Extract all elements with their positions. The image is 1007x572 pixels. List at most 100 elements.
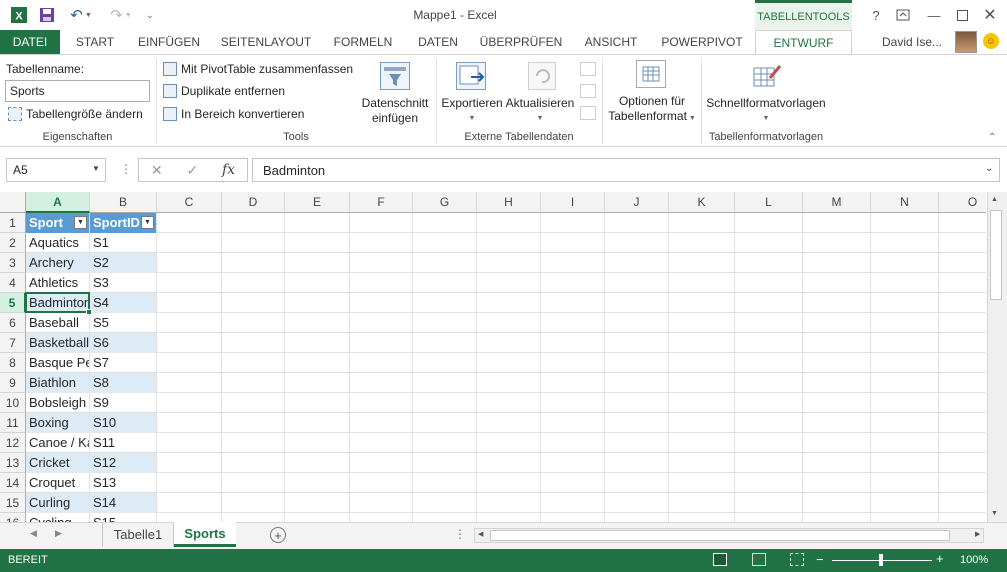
column-header[interactable]: N — [871, 192, 939, 213]
table-cell[interactable]: S12 — [90, 453, 156, 473]
vertical-scroll-thumb[interactable] — [990, 210, 1002, 300]
sheet-tab-sports[interactable]: Sports — [174, 522, 236, 547]
row-header[interactable]: 6 — [0, 313, 26, 333]
open-in-browser-icon[interactable] — [580, 84, 596, 98]
insert-function-button[interactable]: fx — [222, 162, 235, 178]
confirm-entry-icon[interactable]: ✓ — [186, 162, 198, 179]
table-cell[interactable]: S1 — [90, 233, 156, 253]
table-cell[interactable]: S4 — [90, 293, 156, 313]
row-header[interactable]: 1 — [0, 213, 26, 233]
insert-slicer-button[interactable]: Datenschnitt einfügen — [356, 96, 434, 126]
properties-icon[interactable] — [580, 62, 596, 76]
name-box[interactable]: A5 — [6, 158, 106, 182]
scroll-up-icon[interactable]: ▲ — [991, 196, 998, 203]
undo-icon[interactable]: ↶ ▼ — [66, 5, 96, 25]
row-header[interactable]: 16 — [0, 513, 26, 522]
column-header[interactable]: I — [541, 192, 605, 213]
feedback-smiley-icon[interactable]: ☺ — [983, 33, 999, 49]
row-header[interactable]: 9 — [0, 373, 26, 393]
table-cell[interactable]: S15 — [90, 513, 156, 522]
column-header[interactable]: G — [413, 192, 477, 213]
close-icon[interactable]: ✕ — [978, 6, 1002, 24]
worksheet-grid[interactable]: ABCDEFGHIJKLMNO12345678910111213141516Sp… — [0, 192, 986, 522]
column-header[interactable]: M — [803, 192, 871, 213]
table-cell[interactable]: S8 — [90, 373, 156, 393]
table-cell[interactable]: S7 — [90, 353, 156, 373]
zoom-level[interactable]: 100% — [960, 554, 988, 566]
column-header[interactable]: B — [90, 192, 157, 213]
row-header[interactable]: 3 — [0, 253, 26, 273]
minimize-icon[interactable]: — — [922, 6, 946, 24]
table-cell[interactable]: S10 — [90, 413, 156, 433]
table-cell[interactable]: S9 — [90, 393, 156, 413]
cancel-entry-icon[interactable]: ✕ — [151, 162, 163, 179]
scroll-left-icon[interactable]: ◀ — [478, 530, 483, 538]
zoom-slider-thumb[interactable] — [879, 554, 883, 566]
row-header[interactable]: 2 — [0, 233, 26, 253]
filter-dropdown-icon[interactable]: ▼ — [74, 216, 87, 229]
table-cell[interactable]: Biathlon — [26, 373, 89, 393]
tab-seitenlayout[interactable]: SEITENLAYOUT — [214, 30, 318, 54]
scroll-down-icon[interactable]: ▼ — [991, 510, 998, 517]
table-cell[interactable]: Cycling — [26, 513, 89, 522]
page-break-view-icon[interactable] — [790, 553, 804, 566]
remove-duplicates-button[interactable]: Duplikate entfernen — [163, 84, 285, 98]
refresh-button[interactable]: Aktualisieren ▼ — [504, 96, 576, 126]
row-header[interactable]: 11 — [0, 413, 26, 433]
table-cell[interactable]: Bobsleigh — [26, 393, 89, 413]
convert-to-range-button[interactable]: In Bereich konvertieren — [163, 107, 304, 121]
tab-datei[interactable]: DATEI — [0, 30, 60, 54]
page-layout-view-icon[interactable] — [752, 553, 766, 566]
row-header[interactable]: 14 — [0, 473, 26, 493]
table-cell[interactable]: Baseball — [26, 313, 89, 333]
formula-bar-grip-icon[interactable]: ⋮ — [120, 162, 132, 176]
save-icon[interactable] — [36, 5, 58, 25]
unlink-icon[interactable] — [580, 106, 596, 120]
column-header[interactable]: E — [285, 192, 350, 213]
tab-split-grip-icon[interactable]: ⋮ — [454, 527, 466, 541]
row-header[interactable]: 7 — [0, 333, 26, 353]
ribbon-display-icon[interactable] — [891, 6, 915, 24]
fill-handle[interactable] — [86, 309, 92, 315]
collapse-ribbon-icon[interactable]: ⌃ — [988, 132, 996, 143]
table-cell[interactable]: Aquatics — [26, 233, 89, 253]
column-header[interactable]: A — [26, 192, 90, 213]
table-cell[interactable]: Basque Pelota — [26, 353, 89, 373]
tab-start[interactable]: START — [66, 30, 124, 54]
tab-einfuegen[interactable]: EINFÜGEN — [130, 30, 208, 54]
export-button[interactable]: Exportieren ▼ — [440, 96, 504, 126]
table-cell[interactable]: S11 — [90, 433, 156, 453]
zoom-out-icon[interactable]: − — [816, 552, 824, 567]
table-cell[interactable]: Croquet — [26, 473, 89, 493]
help-icon[interactable]: ? — [864, 6, 888, 24]
quick-styles-button[interactable]: Schnellformatvorlagen ▼ — [703, 96, 829, 126]
resize-table-button[interactable]: Tabellengröße ändern — [8, 107, 143, 121]
table-cell[interactable]: Cricket — [26, 453, 89, 473]
table-cell[interactable]: S13 — [90, 473, 156, 493]
column-header[interactable]: F — [350, 192, 413, 213]
row-header[interactable]: 15 — [0, 493, 26, 513]
tab-ansicht[interactable]: ANSICHT — [574, 30, 648, 54]
zoom-in-icon[interactable]: + — [936, 551, 944, 566]
table-name-input[interactable] — [5, 80, 150, 102]
table-style-options-button[interactable]: Optionen für Tabellenformat ▼ — [604, 94, 700, 126]
expand-formula-bar-icon[interactable]: ⌄ — [985, 163, 993, 174]
tab-ueberpruefen[interactable]: ÜBERPRÜFEN — [474, 30, 568, 54]
redo-icon[interactable]: ↷ ▼ — [106, 5, 136, 25]
normal-view-icon[interactable] — [713, 553, 727, 566]
column-header[interactable]: D — [222, 192, 285, 213]
row-header[interactable]: 4 — [0, 273, 26, 293]
customize-qat-icon[interactable]: ⌄ — [142, 5, 158, 25]
row-header[interactable]: 5 — [0, 293, 26, 313]
table-cell[interactable]: Curling — [26, 493, 89, 513]
maximize-icon[interactable] — [950, 6, 974, 24]
table-cell[interactable]: S6 — [90, 333, 156, 353]
table-cell[interactable]: S2 — [90, 253, 156, 273]
scroll-right-icon[interactable]: ▶ — [975, 530, 980, 538]
next-sheet-icon[interactable]: ▶ — [55, 528, 62, 539]
column-header[interactable]: J — [605, 192, 669, 213]
column-header[interactable]: K — [669, 192, 735, 213]
table-cell[interactable]: Basketball — [26, 333, 89, 353]
table-cell[interactable]: S5 — [90, 313, 156, 333]
table-cell[interactable]: Archery — [26, 253, 89, 273]
